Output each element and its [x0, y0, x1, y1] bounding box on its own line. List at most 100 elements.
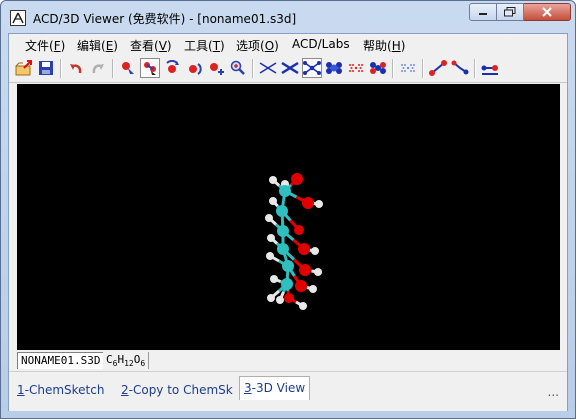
menu-help[interactable]: 帮助(H) — [363, 37, 405, 54]
display-options-icon — [481, 65, 498, 75]
carbon-atom[interactable] — [277, 225, 289, 237]
hydrogen-atom[interactable] — [267, 234, 275, 242]
hydrogen-atom[interactable] — [265, 214, 273, 222]
client-area: 文件(F) 编辑(E) 查看(V) 工具(T) 选项(O) ACD/Labs 帮… — [8, 33, 568, 411]
toolbar-separator — [112, 59, 114, 78]
hydrogen-atom[interactable] — [311, 247, 319, 255]
wireframe-icon — [259, 62, 277, 74]
close-icon — [542, 7, 552, 17]
menu-edit[interactable]: 编辑(E) — [77, 37, 118, 54]
toolbar-separator — [252, 59, 254, 78]
switch-chemsketch[interactable]: 1-ChemSketch — [17, 383, 104, 397]
molecule-model[interactable] — [17, 84, 560, 350]
hydrogen-atom[interactable] — [269, 197, 277, 205]
menu-view[interactable]: 查看(V) — [130, 37, 172, 54]
switch-3d-view[interactable]: 3-3D View — [239, 376, 311, 400]
minimize-button[interactable] — [469, 3, 497, 21]
display-options-button[interactable] — [480, 58, 500, 78]
rotate-icon — [166, 60, 179, 73]
app-window: ACD/3D Viewer (免费软件) - [noname01.s3d] 文件… — [0, 0, 576, 419]
tab-file[interactable]: NONAME01.S3D — [17, 352, 105, 369]
carbon-atom[interactable] — [279, 185, 291, 197]
window-title: ACD/3D Viewer (免费软件) - [noname01.s3d] — [33, 12, 297, 26]
hydrogen-atom[interactable] — [299, 302, 307, 310]
toolbar-separator — [392, 59, 394, 78]
select-fragment-button[interactable] — [140, 58, 160, 78]
open-button[interactable] — [14, 58, 34, 78]
measure-distance-button[interactable] — [428, 58, 448, 78]
copy-to-chemsketch[interactable]: 2-Copy to ChemSk — [121, 383, 233, 397]
measure-distance-icon — [429, 60, 447, 76]
ball-stick-button[interactable] — [302, 58, 322, 78]
hydrogen-atom[interactable] — [309, 285, 317, 293]
hydrogen-atom[interactable] — [269, 176, 277, 184]
save-button[interactable] — [36, 58, 56, 78]
menu-options[interactable]: 选项(O) — [236, 37, 279, 54]
carbon-atom[interactable] — [282, 260, 294, 272]
carbon-atom[interactable] — [281, 278, 293, 290]
surface-button[interactable] — [398, 58, 418, 78]
dots-button[interactable] — [346, 58, 366, 78]
rotate-z-button[interactable] — [184, 58, 204, 78]
title-bar[interactable]: ACD/3D Viewer (免费软件) - [noname01.s3d] — [1, 1, 575, 33]
redo-icon — [92, 64, 104, 74]
zoom-icon — [230, 60, 245, 75]
hydrogen-atom[interactable] — [267, 294, 275, 302]
surface-icon — [401, 64, 415, 72]
dots-icon — [349, 64, 363, 72]
oxygen-atom[interactable] — [294, 225, 304, 235]
move-button[interactable] — [206, 58, 226, 78]
menu-acdlabs[interactable]: ACD/Labs — [292, 37, 350, 51]
sticks-button[interactable] — [280, 58, 300, 78]
ball-stick-icon — [303, 61, 321, 75]
oxygen-atom[interactable] — [302, 197, 314, 209]
open-icon — [15, 60, 32, 76]
select-atom-button[interactable] — [118, 58, 138, 78]
hydrogen-atom[interactable] — [315, 200, 323, 208]
save-icon — [39, 61, 53, 75]
hydrogen-atom[interactable] — [314, 268, 322, 276]
wireframe-button[interactable] — [258, 58, 278, 78]
status-ellipsis: ... — [547, 385, 559, 399]
redo-button[interactable] — [88, 58, 108, 78]
oxygen-atom[interactable] — [299, 264, 311, 276]
rotate-z-icon — [189, 63, 202, 75]
maximize-button[interactable] — [497, 3, 524, 21]
hydrogen-atom[interactable] — [276, 296, 284, 304]
menu-tools[interactable]: 工具(T) — [184, 37, 225, 54]
close-button[interactable] — [524, 3, 571, 21]
sticks-icon — [281, 61, 299, 75]
minimize-icon — [479, 13, 487, 15]
hydrogen-atom[interactable] — [266, 252, 274, 260]
menu-file[interactable]: 文件(F) — [25, 37, 65, 54]
zoom-button[interactable] — [228, 58, 248, 78]
disks-icon — [370, 62, 386, 74]
menu-bar: 文件(F) 编辑(E) 查看(V) 工具(T) 选项(O) ACD/Labs 帮… — [9, 34, 567, 56]
spacefill-icon — [326, 62, 342, 74]
measure-angle-icon — [451, 60, 469, 75]
window-controls — [469, 3, 571, 21]
rotate-button[interactable] — [162, 58, 182, 78]
hydrogen-atom[interactable] — [270, 275, 278, 283]
carbon-atom[interactable] — [276, 205, 288, 217]
toolbar — [9, 55, 567, 83]
oxygen-atom[interactable] — [298, 243, 310, 255]
restore-icon — [504, 7, 516, 17]
measure-angle-button[interactable] — [450, 58, 470, 78]
oxygen-atom[interactable] — [291, 173, 303, 185]
status-bar: 1-ChemSketch 2-Copy to ChemSk 3-3D View … — [9, 371, 567, 411]
document-tabs: NONAME01.S3D C6H12O6 — [17, 352, 560, 370]
oxygen-atom[interactable] — [284, 293, 294, 303]
3d-viewport[interactable] — [17, 84, 560, 350]
spacefill-button[interactable] — [324, 58, 344, 78]
toolbar-separator — [474, 59, 476, 78]
disks-button[interactable] — [368, 58, 388, 78]
carbon-atom[interactable] — [277, 243, 289, 255]
oxygen-atom[interactable] — [295, 280, 307, 292]
app-icon — [10, 10, 26, 26]
select-atom-icon — [122, 62, 134, 74]
toolbar-separator — [60, 59, 62, 78]
tab-formula[interactable]: C6H12O6 — [103, 352, 150, 369]
select-fragment-icon — [144, 62, 156, 75]
undo-button[interactable] — [66, 58, 86, 78]
